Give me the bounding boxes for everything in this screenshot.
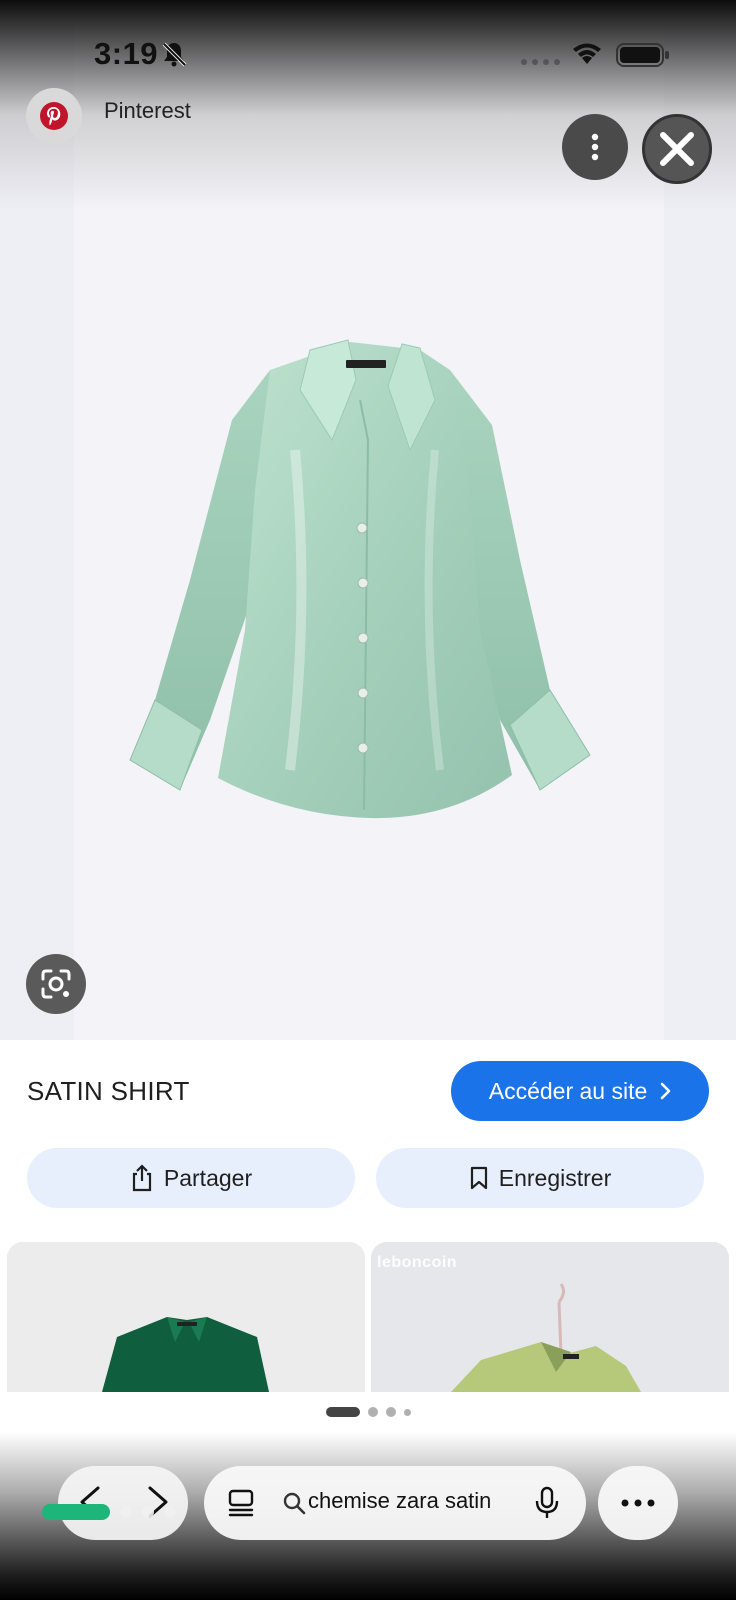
pager-dot (385, 1407, 396, 1417)
share-button[interactable]: Partager (27, 1148, 355, 1208)
tab-pager[interactable] (42, 1502, 202, 1522)
share-label: Partager (163, 1164, 253, 1191)
mic-icon[interactable] (534, 1486, 560, 1520)
image-viewer[interactable]: 3:19 Pinterest (0, 0, 736, 1040)
tab-pager-dot (164, 1506, 176, 1518)
result-image (7, 1242, 365, 1392)
close-button[interactable] (642, 114, 712, 184)
bell-slash-icon (162, 42, 187, 67)
search-icon (283, 1492, 306, 1515)
more-vertical-icon (591, 133, 599, 161)
lens-icon (41, 969, 71, 999)
search-bar[interactable]: chemise zara satin (204, 1466, 586, 1540)
cellular-icon (521, 59, 560, 65)
tab-pager-dot (142, 1506, 154, 1518)
status-time: 3:19 (94, 36, 159, 71)
save-button[interactable]: Enregistrer (376, 1148, 704, 1208)
more-menu-button[interactable] (598, 1466, 678, 1540)
wifi-icon (573, 43, 601, 64)
save-label: Enregistrer (498, 1164, 612, 1191)
close-icon (660, 132, 694, 166)
carousel-pager (0, 1392, 736, 1432)
visit-site-button[interactable]: Accéder au site (451, 1061, 709, 1121)
pinterest-logo-icon (26, 88, 82, 144)
result-card[interactable] (7, 1242, 365, 1392)
more-icon (621, 1499, 655, 1507)
status-bar: 3:19 (0, 0, 736, 100)
more-options-button[interactable] (562, 114, 628, 180)
chevron-right-icon (660, 1082, 671, 1100)
search-query[interactable]: chemise zara satin (308, 1488, 518, 1514)
product-image[interactable] (120, 330, 610, 840)
tabs-icon[interactable] (226, 1488, 256, 1518)
result-watermark: leboncoin (377, 1254, 458, 1271)
visit-site-label: Accéder au site (488, 1077, 648, 1104)
tab-pager-active (42, 1504, 110, 1520)
product-title: SATIN SHIRT (27, 1076, 190, 1106)
battery-icon (616, 43, 669, 67)
google-lens-button[interactable] (26, 954, 86, 1014)
bookmark-icon (470, 1166, 487, 1190)
pager-dot (367, 1407, 378, 1417)
pager-dot (403, 1408, 411, 1416)
pager-dot-active (325, 1407, 360, 1417)
share-icon (132, 1164, 151, 1192)
result-card[interactable]: leboncoin (371, 1242, 729, 1392)
tab-pager-dot (120, 1506, 132, 1518)
source-name: Pinterest (104, 98, 191, 123)
